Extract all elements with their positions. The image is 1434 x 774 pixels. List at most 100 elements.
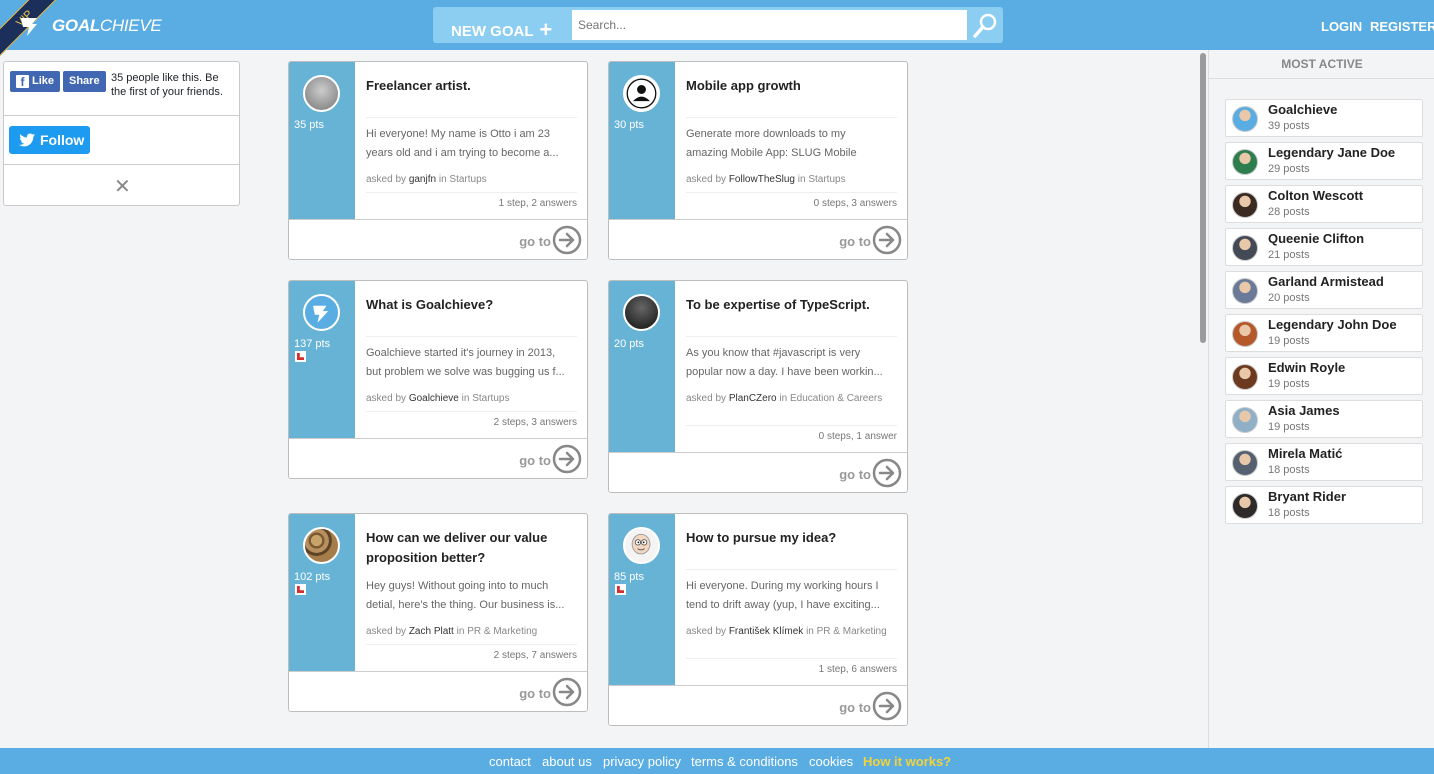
card-title[interactable]: To be expertise of TypeScript. [686,295,896,315]
arrow-right-circle-icon[interactable] [552,225,582,255]
register-link[interactable]: REGISTER [1370,19,1434,34]
arrow-right-circle-icon[interactable] [872,458,902,488]
close-icon[interactable]: ✕ [114,174,131,199]
card-footer: go to [609,685,907,725]
card-title[interactable]: How to pursue my idea? [686,528,896,548]
active-user-name: Asia James [1268,403,1340,418]
author-link[interactable]: Zach Platt [409,626,454,637]
goal-card[interactable]: 137 pts What is Goalchieve? Goalchieve s… [288,280,588,479]
active-user-posts: 29 posts [1268,163,1310,175]
avatar[interactable] [303,527,340,564]
author-link[interactable]: PlanCZero [729,393,777,404]
go-to-link[interactable]: go to [519,234,551,249]
card-title[interactable]: How can we deliver our value proposition… [366,528,576,568]
avatar[interactable] [303,294,340,331]
author-link[interactable]: ganjfn [409,174,436,185]
new-goal-button[interactable]: NEW GOAL + [451,16,552,42]
active-user-posts: 20 posts [1268,292,1310,304]
scrollbar-thumb[interactable] [1200,53,1206,343]
learner-badge-icon [295,351,306,362]
active-user-item[interactable]: Asia James 19 posts [1225,400,1423,438]
arrow-right-circle-icon[interactable] [552,444,582,474]
author-link[interactable]: Goalchieve [409,393,459,404]
category-link[interactable]: Startups [808,174,845,185]
goal-card[interactable]: 102 pts How can we deliver our value pro… [288,513,588,712]
avatar[interactable] [623,527,660,564]
scrollbar[interactable] [1199,50,1208,748]
author-link[interactable]: FollowTheSlug [729,174,795,185]
goal-card[interactable]: 85 pts How to pursue my idea? Hi everyon… [608,513,908,726]
arrow-right-circle-icon[interactable] [872,225,902,255]
card-sidebar: 102 pts [289,514,355,671]
category-link[interactable]: Education & Careers [790,393,882,404]
active-user-item[interactable]: Colton Wescott 28 posts [1225,185,1423,223]
card-stats: 0 steps, 1 answer [818,431,897,442]
avatar[interactable] [303,75,340,112]
avatar [1232,278,1258,304]
divider [366,411,577,412]
facebook-icon: f [16,75,29,89]
category-link[interactable]: Startups [449,174,486,185]
logo-icon[interactable] [18,14,40,38]
footer-link-cookies[interactable]: cookies [809,754,853,769]
active-user-item[interactable]: Garland Armistead 20 posts [1225,271,1423,309]
goal-card[interactable]: 20 pts To be expertise of TypeScript. As… [608,280,908,493]
active-user-item[interactable]: Queenie Clifton 21 posts [1225,228,1423,266]
card-meta: asked by PlanCZero in Education & Career… [686,393,883,404]
category-link[interactable]: PR & Marketing [817,626,887,637]
user-silhouette-icon [626,78,657,109]
active-user-name: Colton Wescott [1268,188,1364,203]
avatar [1232,364,1258,390]
active-user-item[interactable]: Legendary John Doe 19 posts [1225,314,1423,352]
card-footer: go to [289,671,587,711]
active-user-item[interactable]: Mirela Matić 18 posts [1225,443,1423,481]
author-link[interactable]: František Klímek [729,626,803,637]
card-meta: asked by František Klímek in PR & Market… [686,626,887,637]
arrow-right-circle-icon[interactable] [872,691,902,721]
most-active-heading: MOST ACTIVE [1281,57,1363,71]
active-user-item[interactable]: Edwin Royle 19 posts [1225,357,1423,395]
search-input[interactable] [572,10,967,40]
search-icon[interactable] [969,10,1001,40]
arrow-right-circle-icon[interactable] [552,677,582,707]
go-to-link[interactable]: go to [839,700,871,715]
card-meta: asked by Goalchieve in Startups [366,393,510,404]
divider [366,192,577,193]
card-title[interactable]: What is Goalchieve? [366,295,576,315]
facebook-share-button[interactable]: Share [63,71,106,92]
footer-link-privacy[interactable]: privacy policy [603,754,681,769]
site-footer: contact about us privacy policy terms & … [0,748,1434,774]
category-link[interactable]: PR & Marketing [467,626,537,637]
points-label: 35 pts [294,119,324,131]
footer-link-contact[interactable]: contact [489,754,531,769]
footer-link-terms[interactable]: terms & conditions [691,754,798,769]
card-title[interactable]: Freelancer artist. [366,76,576,96]
active-user-item[interactable]: Bryant Rider 18 posts [1225,486,1423,524]
active-user-item[interactable]: Legendary Jane Doe 29 posts [1225,142,1423,180]
twitter-follow-button[interactable]: Follow [9,126,90,154]
active-user-posts: 21 posts [1268,249,1310,261]
login-link[interactable]: LOGIN [1321,19,1362,34]
footer-link-about[interactable]: about us [542,754,592,769]
goal-card[interactable]: 35 pts Freelancer artist. Hi everyone! M… [288,61,588,260]
active-user-name: Garland Armistead [1268,274,1384,289]
footer-link-how-it-works[interactable]: How it works? [863,754,951,769]
go-to-link[interactable]: go to [519,686,551,701]
card-title[interactable]: Mobile app growth [686,76,896,96]
active-user-posts: 19 posts [1268,335,1310,347]
card-excerpt: Hey guys! Without going into to much deti… [366,580,565,611]
active-user-name: Queenie Clifton [1268,231,1365,246]
go-to-link[interactable]: go to [839,234,871,249]
avatar[interactable] [623,75,660,112]
active-user-item[interactable]: Goalchieve 39 posts [1225,99,1423,137]
logo-text[interactable]: GOALCHIEVE [52,16,162,36]
facebook-like-button[interactable]: f Like [10,71,60,92]
points-label: 30 pts [614,119,644,131]
go-to-link[interactable]: go to [519,453,551,468]
active-user-posts: 28 posts [1268,206,1310,218]
goal-card[interactable]: 30 pts Mobile app growth Generate more d… [608,61,908,260]
card-footer: go to [609,452,907,492]
go-to-link[interactable]: go to [839,467,871,482]
avatar[interactable] [623,294,660,331]
category-link[interactable]: Startups [472,393,509,404]
